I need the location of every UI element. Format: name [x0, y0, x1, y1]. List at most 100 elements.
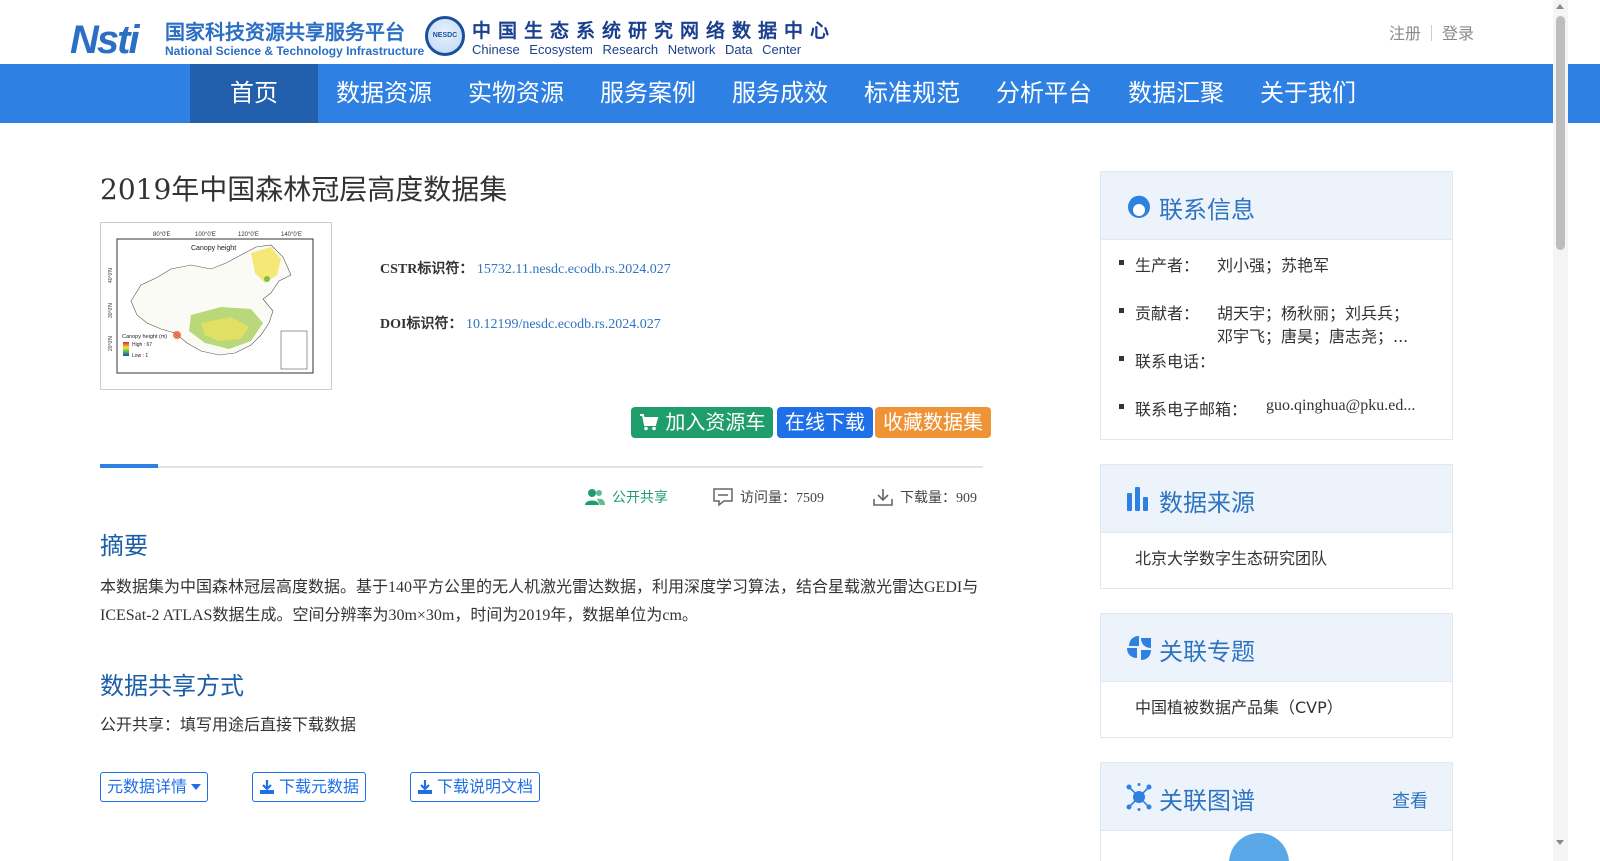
add-to-cart-button[interactable]: 加入资源车 — [631, 407, 774, 438]
producer-value: 刘小强；苏艳军 — [1217, 256, 1330, 275]
metadata-detail-label: 元数据详情 — [107, 777, 188, 796]
scrollbar-thumb[interactable] — [1556, 16, 1565, 250]
thumb-lon-tick: 100°0'E — [195, 232, 216, 238]
related-topic-card-title: 关联专题 — [1159, 638, 1255, 666]
topic-icon — [1127, 636, 1151, 660]
nav-item-physical-resources[interactable]: 实物资源 — [450, 64, 582, 123]
header: Nsti 国家科技资源共享服务平台 National Science & Tec… — [0, 0, 1600, 64]
cstr-link[interactable]: 15732.11.nesdc.ecodb.rs.2024.027 — [477, 262, 671, 277]
thumb-legend-low: Low : 1 — [132, 353, 148, 359]
online-download-button[interactable]: 在线下载 — [777, 407, 873, 438]
thumb-legend-colorbar — [123, 342, 129, 356]
data-source-value: 北京大学数字生态研究团队 — [1135, 549, 1328, 568]
download-icon — [260, 780, 274, 794]
thumb-lat-tick: 20°0'N — [108, 336, 114, 351]
scroll-up-arrow-icon[interactable] — [1556, 4, 1564, 9]
auth-divider — [1430, 25, 1432, 41]
phone-label: 联系电话： — [1118, 348, 1215, 372]
graph-node[interactable] — [1229, 833, 1289, 861]
download-doc-button[interactable]: 下载说明文档 — [410, 772, 541, 802]
related-graph-card-title: 关联图谱 — [1159, 787, 1255, 815]
email-label: 联系电子邮箱： — [1118, 396, 1247, 420]
nav-item-analysis-platform[interactable]: 分析平台 — [978, 64, 1110, 123]
related-topic-card-header: 关联专题 — [1101, 614, 1452, 682]
data-source-card: 数据来源 北京大学数字生态研究团队 — [1100, 464, 1453, 589]
nesdc-emblem-icon: NESDC — [425, 16, 465, 56]
share-method-heading: 数据共享方式 — [100, 672, 244, 700]
tab-active-indicator[interactable] — [100, 464, 158, 468]
contact-card: 联系信息 生产者： 刘小强；苏艳军 贡献者： 胡天宇；杨秋丽；刘兵兵； 邓宇飞；… — [1100, 171, 1453, 440]
nesdc-logo-chinese: 中国生态系统研究网络数据中心 — [472, 20, 837, 42]
nav-item-service-results[interactable]: 服务成效 — [714, 64, 846, 123]
nav-item-about-us[interactable]: 关于我们 — [1242, 64, 1374, 123]
doi-label: DOI标识符： — [380, 317, 463, 332]
south-china-sea-inset — [280, 330, 308, 370]
related-topic-card: 关联专题 中国植被数据产品集（CVP） — [1100, 613, 1453, 738]
forest-cover-spot — [264, 276, 270, 282]
thumb-lat-tick: 40°0'N — [108, 268, 114, 283]
thumb-map-title: Canopy height — [191, 245, 236, 252]
cstr-identifier: CSTR标识符： 15732.11.nesdc.ecodb.rs.2024.02… — [380, 258, 671, 278]
cstr-label: CSTR标识符： — [380, 262, 474, 277]
caret-down-icon — [191, 784, 202, 790]
nesdc-logo-english: Chinese Ecosystem Research Network Data … — [472, 42, 802, 57]
bar-chart-icon — [1127, 487, 1148, 511]
thumb-lat-tick: 30°0'N — [108, 303, 114, 318]
abstract-heading: 摘要 — [100, 532, 148, 560]
email-value[interactable]: guo.qinghua@pku.ed... — [1266, 397, 1415, 415]
login-link[interactable]: 登录 — [1442, 24, 1474, 43]
data-source-card-title: 数据来源 — [1159, 489, 1255, 517]
share-method-text: 公开共享：填写用途后直接下载数据 — [100, 717, 357, 734]
share-status-label: 公开共享 — [612, 490, 668, 506]
share-status: 公开共享 — [584, 487, 668, 507]
nav-item-home[interactable]: 首页 — [190, 64, 318, 123]
doi-link[interactable]: 10.12199/nesdc.ecodb.rs.2024.027 — [466, 317, 661, 332]
metadata-detail-button[interactable]: 元数据详情 — [100, 772, 209, 802]
download-metadata-button[interactable]: 下载元数据 — [252, 772, 367, 802]
scroll-down-arrow-icon[interactable] — [1556, 840, 1564, 845]
data-source-card-header: 数据来源 — [1101, 465, 1452, 533]
nav-item-data-aggregation[interactable]: 数据汇聚 — [1110, 64, 1242, 123]
thumb-legend-title: Canopy height (m) — [122, 334, 167, 340]
auth-links: 注册 登录 — [1389, 20, 1474, 44]
download-count-label: 下载量：909 — [900, 491, 977, 506]
view-graph-link[interactable]: 查看 — [1392, 787, 1428, 813]
page-title: 2019年中国森林冠层高度数据集 — [100, 173, 508, 206]
thumb-lon-tick: 140°0'E — [281, 232, 302, 238]
contributor-label: 贡献者： — [1118, 300, 1199, 324]
thumb-legend-high: High : 67 — [132, 342, 152, 348]
doi-identifier: DOI标识符： 10.12199/nesdc.ecodb.rs.2024.027 — [380, 313, 661, 333]
register-link[interactable]: 注册 — [1389, 24, 1421, 43]
favorite-dataset-button[interactable]: 收藏数据集 — [875, 407, 991, 438]
nsti-logo-chinese: 国家科技资源共享服务平台 — [165, 20, 405, 44]
download-icon — [873, 489, 893, 506]
thumb-lon-tick: 80°0'E — [153, 232, 171, 238]
nsti-logo[interactable]: Nsti 国家科技资源共享服务平台 National Science & Tec… — [70, 14, 424, 62]
related-graph-card: 关联图谱 查看 — [1100, 762, 1453, 861]
page-scrollbar[interactable] — [1553, 0, 1568, 861]
nav-item-standards[interactable]: 标准规范 — [846, 64, 978, 123]
graph-network-icon — [1126, 783, 1152, 811]
download-doc-label: 下载说明文档 — [437, 777, 534, 796]
producer-label: 生产者： — [1118, 252, 1199, 276]
contact-person-icon — [1128, 195, 1150, 218]
nav-item-service-cases[interactable]: 服务案例 — [582, 64, 714, 123]
contributor-value-line2: 邓宇飞；唐昊；唐志尧；... — [1217, 327, 1409, 346]
users-icon — [585, 489, 605, 505]
nesdc-emblem-text: NESDC — [432, 32, 458, 39]
visit-count: 访问量：7509 — [712, 487, 824, 507]
nsti-logo-mark: Nsti — [70, 18, 140, 62]
related-topic-link[interactable]: 中国植被数据产品集（CVP） — [1135, 694, 1343, 718]
forest-cover-spot — [173, 331, 181, 339]
contributor-value-line1: 胡天宇；杨秋丽；刘兵兵； — [1217, 304, 1410, 323]
nav-item-data-resources[interactable]: 数据资源 — [318, 64, 450, 123]
download-metadata-label: 下载元数据 — [279, 777, 360, 796]
contact-card-header: 联系信息 — [1101, 172, 1452, 240]
visit-count-label: 访问量：7509 — [740, 491, 824, 506]
nesdc-logo[interactable]: NESDC 中国生态系统研究网络数据中心 Chinese Ecosystem R… — [425, 14, 845, 60]
related-graph-card-header: 关联图谱 查看 — [1101, 763, 1452, 831]
download-count: 下载量：909 — [872, 487, 977, 507]
dataset-thumbnail[interactable]: 80°0'E 100°0'E 120°0'E 140°0'E 40°0'N 30… — [100, 222, 332, 390]
comment-icon — [713, 488, 733, 507]
download-icon — [418, 780, 432, 794]
